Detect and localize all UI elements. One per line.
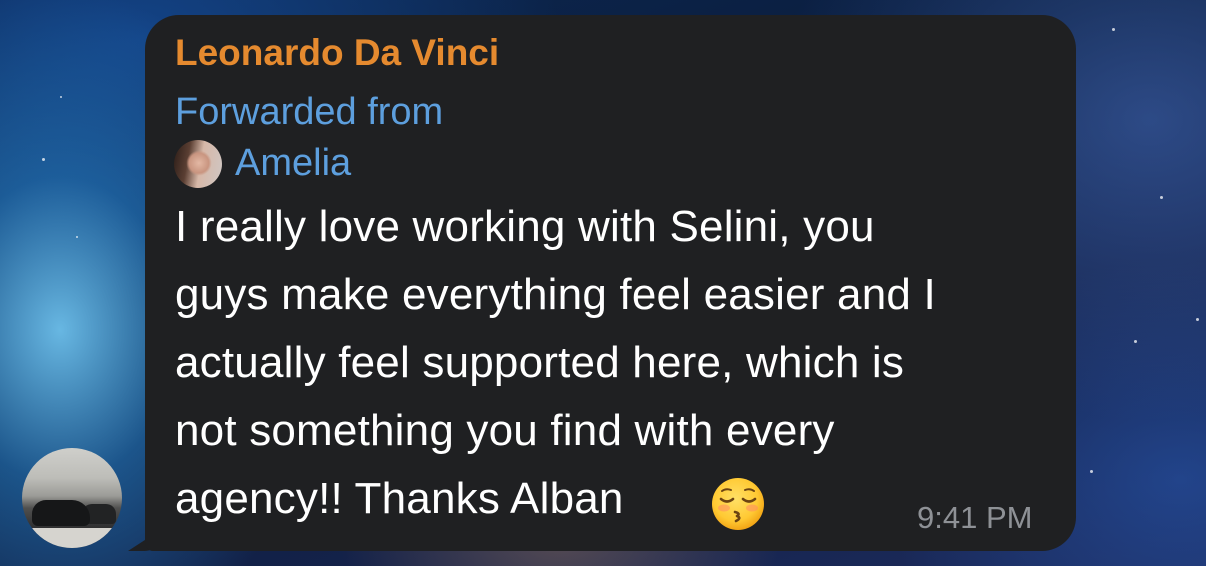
sender-name[interactable]: Leonardo Da Vinci [175,32,499,74]
message-text-line: guys make everything feel easier and I [175,270,936,319]
avatar-floor [22,528,122,548]
forwarded-label: Forwarded from [175,91,444,133]
sender-avatar[interactable] [22,448,122,548]
kissing-face-with-closed-eyes-icon [712,478,764,530]
message-timestamp: 9:41 PM [917,500,1033,535]
forwarded-from-name[interactable]: Amelia [235,142,351,185]
avatar-car [32,500,90,526]
message-text-line: agency!! Thanks Alban [175,474,624,523]
message-text-line: actually feel supported here, which is [175,338,905,387]
message-text-line: I really love working with Selini, you [175,202,875,251]
message-text-line: not something you find with every [175,406,835,455]
forwarded-from-avatar[interactable] [174,140,222,188]
